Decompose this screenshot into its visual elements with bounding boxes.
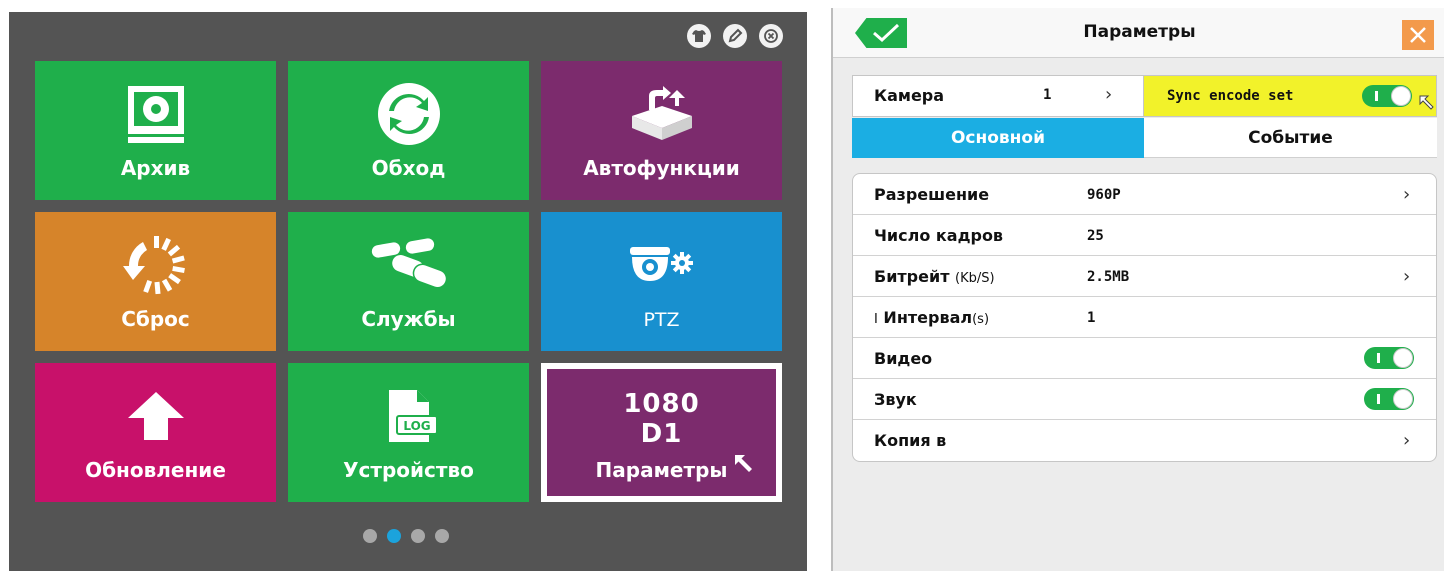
fps-row[interactable]: Число кадров 25 <box>853 215 1436 256</box>
page-dot-2[interactable] <box>387 529 401 543</box>
interval-label: Интервал <box>883 308 973 327</box>
bitrate-label: Битрейт <box>874 267 950 286</box>
camera-selector[interactable]: Камера 1 › <box>853 76 1144 116</box>
tile-label: Обход <box>371 156 446 180</box>
archive-icon <box>35 79 276 149</box>
resolution-row[interactable]: Разрешение 960P › <box>853 174 1436 215</box>
resolution-badge: 1080 D1 <box>541 389 782 449</box>
chevron-right-icon: › <box>1403 430 1411 451</box>
tile-parameters[interactable]: 1080 D1 Параметры <box>541 363 782 502</box>
close-button[interactable] <box>1402 20 1434 50</box>
bitrate-unit: (Kb/S) <box>955 271 995 286</box>
main-menu-panel: Архив Обход Автофункции Сброс Службы PTZ… <box>9 12 807 571</box>
tile-label: Автофункции <box>583 156 740 180</box>
refresh-icon <box>288 79 529 149</box>
edit-pencil-icon[interactable] <box>723 24 747 48</box>
video-row: Видео <box>853 338 1436 379</box>
fps-value: 25 <box>1087 228 1104 244</box>
settings-list: Разрешение 960P › Число кадров 25 Битрей… <box>852 173 1437 462</box>
window-title: Параметры <box>1083 22 1196 42</box>
auto-functions-icon <box>541 79 782 149</box>
shirt-icon[interactable] <box>687 24 711 48</box>
resolution-label: Разрешение <box>874 185 990 204</box>
resolution-value: 960P <box>1087 187 1121 203</box>
tile-archive[interactable]: Архив <box>35 61 276 200</box>
chevron-right-icon: › <box>1403 266 1411 287</box>
binoculars-icon <box>288 230 529 300</box>
tile-label: Обновление <box>85 458 226 482</box>
tile-auto-functions[interactable]: Автофункции <box>541 61 782 200</box>
close-icon <box>1410 27 1426 43</box>
interval-value: 1 <box>1087 310 1096 326</box>
camera-value: 1 <box>1043 87 1052 103</box>
cursor-arrow-icon <box>735 455 752 472</box>
audio-label: Звук <box>874 390 917 409</box>
tile-ptz[interactable]: PTZ <box>541 212 782 351</box>
page-indicator <box>363 529 449 543</box>
tab-bar: Основной Событие <box>852 118 1437 158</box>
log-file-icon: LOG <box>288 381 529 451</box>
interval-prefix: I <box>874 312 878 327</box>
tile-services[interactable]: Службы <box>288 212 529 351</box>
sync-encode-cell: Sync encode set <box>1144 76 1436 116</box>
cursor-arrow-icon <box>1419 95 1434 110</box>
tab-event[interactable]: Событие <box>1144 118 1437 158</box>
ptz-camera-icon <box>541 230 782 300</box>
audio-row: Звук <box>853 379 1436 420</box>
tile-patrol[interactable]: Обход <box>288 61 529 200</box>
upload-arrow-icon <box>35 381 276 451</box>
camera-row: Камера 1 › Sync encode set <box>852 75 1437 117</box>
camera-label: Камера <box>874 86 945 105</box>
top-icons-bar <box>687 24 783 48</box>
copy-to-row[interactable]: Копия в › <box>853 420 1436 461</box>
chevron-right-icon: › <box>1105 84 1113 105</box>
video-label: Видео <box>874 349 933 368</box>
bitrate-value: 2.5MB <box>1087 269 1130 285</box>
video-toggle[interactable] <box>1364 347 1414 369</box>
svg-text:LOG: LOG <box>403 419 430 433</box>
resolution-line-1: 1080 <box>623 389 700 419</box>
interval-row[interactable]: I Интервал(s) 1 <box>853 297 1436 338</box>
resolution-line-2: D1 <box>640 419 683 449</box>
tile-label: Службы <box>361 307 456 331</box>
page-dot-4[interactable] <box>435 529 449 543</box>
interval-unit: (s) <box>972 312 990 327</box>
chevron-right-icon: › <box>1403 184 1411 205</box>
sync-encode-label: Sync encode set <box>1167 88 1294 104</box>
reset-icon <box>35 230 276 300</box>
page-dot-3[interactable] <box>411 529 425 543</box>
close-circle-icon[interactable] <box>759 24 783 48</box>
tile-label: Архив <box>120 156 191 180</box>
tile-label: Устройство <box>343 458 474 482</box>
tile-device[interactable]: LOG Устройство <box>288 363 529 502</box>
window-titlebar: Параметры <box>833 8 1444 58</box>
page-dot-1[interactable] <box>363 529 377 543</box>
tile-label: Сброс <box>121 307 190 331</box>
fps-label: Число кадров <box>874 226 1004 245</box>
tile-reset[interactable]: Сброс <box>35 212 276 351</box>
bitrate-row[interactable]: Битрейт (Kb/S) 2.5MB › <box>853 256 1436 297</box>
tab-main[interactable]: Основной <box>852 118 1144 158</box>
interval-label-group: I Интервал(s) <box>874 308 989 327</box>
sync-encode-toggle[interactable] <box>1362 85 1412 107</box>
copy-to-label: Копия в <box>874 431 947 450</box>
tile-update[interactable]: Обновление <box>35 363 276 502</box>
bitrate-label-group: Битрейт (Kb/S) <box>874 267 995 286</box>
parameters-window: Параметры Камера 1 › Sync encode set Осн… <box>831 8 1444 571</box>
audio-toggle[interactable] <box>1364 388 1414 410</box>
tile-label: PTZ <box>643 309 680 331</box>
